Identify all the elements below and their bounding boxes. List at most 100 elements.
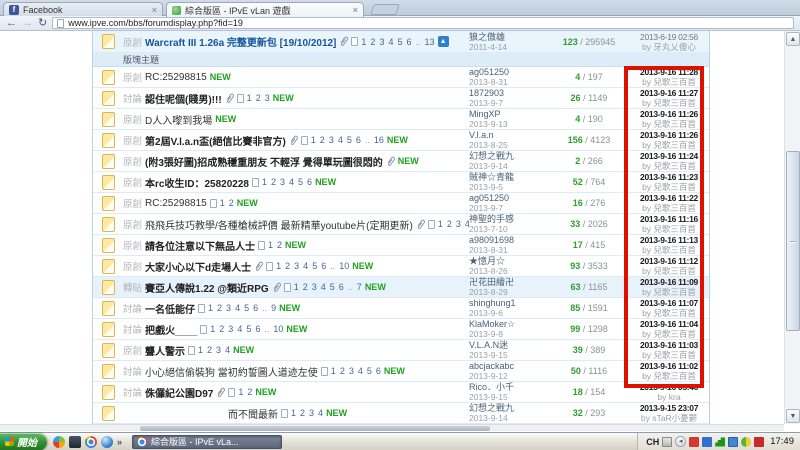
last-post-author[interactable]: by 兒歌三百首 — [627, 245, 711, 255]
page-number-link[interactable]: 5 — [397, 37, 402, 47]
tab-close-icon[interactable]: × — [152, 5, 157, 15]
page-number-link[interactable]: 4 — [338, 135, 343, 145]
last-post-author[interactable]: by 兒歌三百首 — [627, 308, 711, 318]
thread-title-link[interactable]: D人入嚟到我場 — [145, 112, 212, 127]
page-number-link[interactable]: 2 — [447, 219, 452, 229]
page-number-link[interactable]: 6 — [339, 282, 344, 292]
alert-icon[interactable] — [754, 437, 764, 447]
network-icon[interactable] — [702, 437, 712, 447]
page-number-link[interactable]: 4 — [289, 177, 294, 187]
page-number-link[interactable]: 4 — [388, 37, 393, 47]
last-post-author[interactable]: by kra — [627, 392, 711, 402]
page-number-link[interactable]: 2 — [256, 93, 261, 103]
page-number-link[interactable]: 1 — [361, 37, 366, 47]
page-number-link[interactable]: 4 — [303, 261, 308, 271]
last-post-author[interactable]: by 兒歌三百首 — [627, 119, 711, 129]
page-number-link[interactable]: 5 — [367, 366, 372, 376]
last-post-author[interactable]: by sTaR小憂鬱 — [627, 413, 711, 423]
page-number-link[interactable]: 3 — [265, 93, 270, 103]
page-number-link[interactable]: 7 — [357, 282, 362, 292]
start-button[interactable]: 開始 — [0, 433, 47, 450]
thread-title-link[interactable]: Warcraft III 1.26a 完整更新包 [19/10/2012] — [145, 34, 336, 49]
page-number-link[interactable]: 1 — [208, 303, 213, 313]
page-number-link[interactable]: 3 — [349, 366, 354, 376]
tab-close-icon[interactable]: × — [353, 5, 358, 15]
vertical-scrollbar[interactable]: ▲ ▼ — [784, 31, 800, 424]
author-link[interactable]: 幻想之戰九 — [469, 151, 551, 161]
page-number-link[interactable]: 2 — [219, 324, 224, 334]
page-number-link[interactable]: 4 — [321, 282, 326, 292]
page-number-link[interactable]: 1 — [210, 324, 215, 334]
hscrollbar-thumb[interactable] — [140, 426, 490, 431]
page-number-link[interactable]: 1 — [220, 198, 225, 208]
page-number-link[interactable]: 1 — [198, 345, 203, 355]
page-number-link[interactable]: 3 — [309, 408, 314, 418]
thread-title-link[interactable]: 侏儸紀公園D97 — [145, 385, 213, 400]
author-link[interactable]: 卍花田繪卍 — [469, 277, 551, 287]
page-number-link[interactable]: 2 — [207, 345, 212, 355]
forward-icon[interactable]: → — [22, 18, 33, 29]
page-number-link[interactable]: 2 — [303, 282, 308, 292]
app-icon[interactable] — [69, 436, 81, 448]
last-post-author[interactable]: by 兒歌三百首 — [627, 287, 711, 297]
page-number-link[interactable]: 5 — [330, 282, 335, 292]
page-number-link[interactable]: 5 — [312, 261, 317, 271]
page-number-link[interactable]: 1 — [238, 387, 243, 397]
page-number-link[interactable]: 4 — [225, 345, 230, 355]
back-icon[interactable]: ← — [6, 18, 17, 29]
language-indicator[interactable]: CH — [646, 437, 659, 447]
page-number-link[interactable]: 2 — [300, 408, 305, 418]
page-number-link[interactable]: 1 — [262, 177, 267, 187]
thread-title-link[interactable]: 本rc收生ID：25820228 — [145, 175, 249, 190]
tab-facebook[interactable]: f Facebook × — [3, 2, 163, 16]
page-number-link[interactable]: 6 — [376, 366, 381, 376]
author-link[interactable]: 神聖的手感 — [469, 214, 551, 224]
page-number-link[interactable]: 3 — [312, 282, 317, 292]
page-number-link[interactable]: 3 — [379, 37, 384, 47]
chrome-icon[interactable] — [85, 436, 97, 448]
scrollbar-thumb[interactable] — [786, 151, 800, 331]
thread-title-link[interactable]: 一名低能仔 — [145, 301, 195, 316]
page-number-link[interactable]: 2 — [277, 240, 282, 250]
page-number-link[interactable]: 2 — [370, 37, 375, 47]
page-number-link[interactable]: 13 — [425, 37, 435, 47]
thread-title-link[interactable]: 請各位注意以下無品人士 — [145, 238, 255, 253]
page-number-link[interactable]: 6 — [321, 261, 326, 271]
last-post-author[interactable]: by 兒歌三百首 — [627, 329, 711, 339]
page-number-link[interactable]: 10 — [339, 261, 349, 271]
thread-title-link[interactable]: (附3張好圖)招成熟穩重朋友 不輕浮 覺得單玩圖很悶的 — [145, 154, 383, 169]
author-link[interactable]: shinghung1 — [469, 298, 551, 308]
page-number-link[interactable]: 6 — [356, 135, 361, 145]
last-post-author[interactable]: by 牙丸乂傻心 — [627, 42, 711, 52]
page-number-link[interactable]: 1 — [294, 282, 299, 292]
last-post-author[interactable]: by 兒歌三百首 — [627, 161, 711, 171]
last-post-author[interactable]: by 兒歌三百首 — [627, 266, 711, 276]
page-number-link[interactable]: 3 — [216, 345, 221, 355]
page-number-link[interactable]: 1 — [247, 93, 252, 103]
last-post-author[interactable]: by 兒歌三百首 — [627, 77, 711, 87]
page-number-link[interactable]: 6 — [406, 37, 411, 47]
page-number-link[interactable]: 3 — [294, 261, 299, 271]
last-post-author[interactable]: by 兒歌三百首 — [627, 140, 711, 150]
antivirus-icon[interactable] — [689, 437, 699, 447]
page-number-link[interactable]: 1 — [438, 219, 443, 229]
page-number-link[interactable]: 5 — [347, 135, 352, 145]
thread-title-link[interactable]: 第2屆V.l.a.n盃(絕信比賽非官方) — [145, 133, 286, 148]
page-number-link[interactable]: 2 — [247, 387, 252, 397]
page-number-link[interactable]: 2 — [285, 261, 290, 271]
horizontal-scrollbar[interactable] — [0, 424, 784, 431]
page-number-link[interactable]: 1 — [311, 135, 316, 145]
page-number-link[interactable]: 5 — [246, 324, 251, 334]
thread-title-link[interactable]: 賽亞人傳說1.22 @類近RPG — [145, 280, 269, 295]
thread-title-link[interactable]: 小心絕信偷裝狗 當初約誓圖人道迹左使 — [145, 364, 318, 379]
address-bar[interactable]: www.ipve.com/bbs/forumdisplay.php?fid=19 — [52, 17, 794, 29]
page-number-link[interactable]: 16 — [374, 135, 384, 145]
tray-collapse-icon[interactable]: ◂ — [675, 436, 686, 447]
author-link[interactable]: 賊神☆青龍 — [469, 172, 551, 182]
thread-title-link[interactable]: 聾人警示 — [145, 343, 185, 358]
page-number-link[interactable]: 2 — [217, 303, 222, 313]
page-number-link[interactable]: 5 — [244, 303, 249, 313]
signal-icon[interactable] — [715, 437, 725, 447]
author-link[interactable]: 1872903 — [469, 88, 551, 98]
author-link[interactable]: V.L.A.N迷 — [469, 340, 551, 350]
